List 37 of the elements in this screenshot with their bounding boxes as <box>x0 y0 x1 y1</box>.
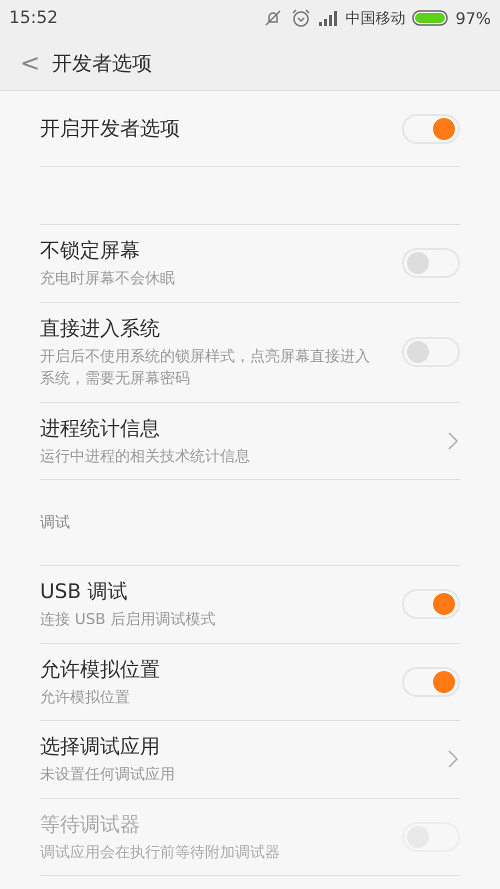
chevron-right-icon <box>448 432 458 450</box>
alarm-icon <box>291 8 312 28</box>
status-time: 15:52 <box>9 8 58 28</box>
carrier-name: 中国移动 <box>345 8 406 28</box>
setting-row[interactable]: USB 调试 连接 USB 后启用调试模式 <box>40 566 460 644</box>
setting-row[interactable]: 允许模拟位置 允许模拟位置 <box>40 644 460 721</box>
signal-icon <box>318 10 338 26</box>
setting-title: 进程统计信息 <box>40 414 161 442</box>
toggle-switch[interactable] <box>402 337 460 367</box>
toggle-switch[interactable] <box>402 248 460 278</box>
setting-description: 未设置任何调试应用 <box>40 764 175 785</box>
setting-title: 不锁定屏幕 <box>40 237 141 264</box>
setting-row[interactable]: 直接进入系统 开启后不使用系统的锁屏样式，点亮屏幕直接进入系统，需要无屏幕密码 <box>40 302 460 402</box>
toggle-switch[interactable] <box>402 589 460 620</box>
setting-row[interactable]: 选择调试应用 未设置任何调试应用 <box>40 721 460 798</box>
setting-description: 开启后不使用系统的锁屏样式，点亮屏幕直接进入系统，需要无屏幕密码 <box>40 346 371 389</box>
setting-title: USB 调试 <box>40 578 128 605</box>
setting-description: 运行中进程的相关技术统计信息 <box>40 446 250 466</box>
setting-description: 允许模拟位置 <box>40 686 131 708</box>
setting-row[interactable]: 开启开发者选项 <box>40 91 460 167</box>
setting-title: 直接进入系统 <box>40 314 161 342</box>
chevron-right-icon <box>448 750 458 768</box>
battery-percent: 97% <box>455 8 491 28</box>
setting-title: 开启开发者选项 <box>40 115 180 142</box>
section-heading: 调试 <box>40 480 460 566</box>
toggle-switch[interactable] <box>402 114 460 144</box>
setting-description: 充电时屏幕不会休眠 <box>40 268 175 289</box>
setting-description: 连接 USB 后启用调试模式 <box>40 609 216 630</box>
setting-title: 允许模拟位置 <box>40 656 160 682</box>
page-title: 开发者选项 <box>52 50 152 76</box>
setting-row[interactable]: 进程统计信息 运行中进程的相关技术统计信息 <box>40 402 460 480</box>
setting-description: 调试应用会在执行前等待附加调试器 <box>40 842 280 862</box>
setting-row[interactable]: 不锁定屏幕 充电时屏幕不会休眠 <box>40 225 460 302</box>
setting-title: 选择调试应用 <box>40 733 161 760</box>
toggle-switch[interactable] <box>402 666 460 697</box>
battery-icon <box>412 10 448 26</box>
setting-title: 等待调试器 <box>40 810 141 838</box>
